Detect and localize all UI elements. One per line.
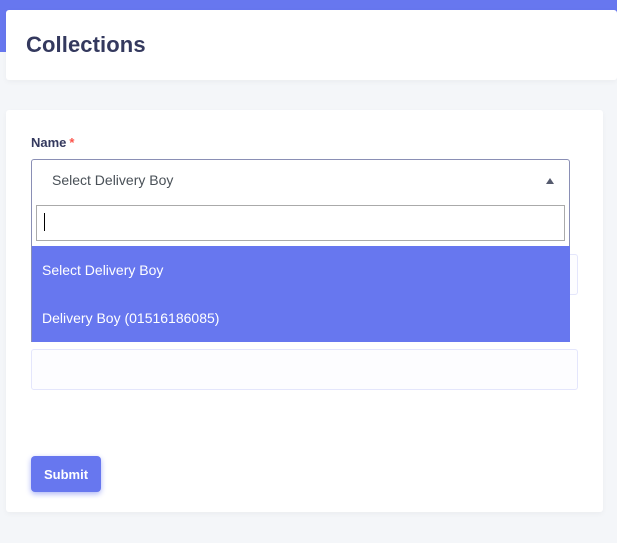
text-cursor (44, 213, 45, 231)
collection-form-card: Name * Select Delivery Boy Select Deliver… (6, 110, 603, 512)
dropdown-search-input[interactable] (36, 205, 565, 241)
selected-value: Select Delivery Boy (52, 172, 174, 188)
option-delivery-boy[interactable]: Delivery Boy (01516186085) (32, 294, 570, 342)
option-select-delivery-boy[interactable]: Select Delivery Boy (32, 246, 570, 294)
text-input-2[interactable] (31, 349, 578, 390)
options-list: Select Delivery Boy Delivery Boy (015161… (32, 246, 570, 342)
required-indicator: * (69, 135, 75, 150)
name-label-text: Name (31, 135, 67, 150)
submit-button[interactable]: Submit (31, 456, 101, 492)
chevron-up-icon (546, 178, 554, 184)
select-dropdown: Select Delivery Boy Delivery Boy (015161… (31, 200, 570, 342)
page-header: Collections (6, 10, 617, 80)
page-title: Collections (26, 32, 146, 57)
name-field-label: Name * (31, 135, 74, 150)
delivery-boy-select[interactable]: Select Delivery Boy (31, 159, 570, 201)
